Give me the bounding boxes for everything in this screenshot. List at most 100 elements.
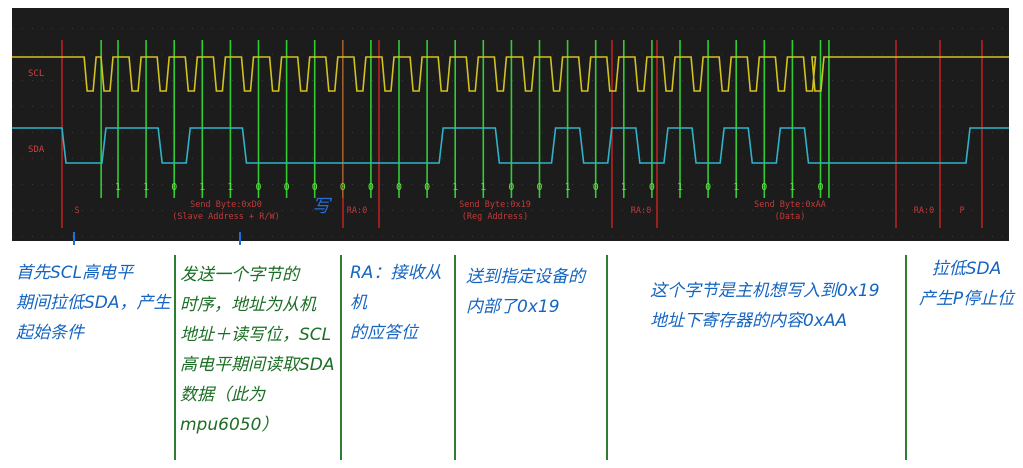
note-divider [454, 255, 456, 460]
grid-dot [622, 54, 623, 55]
scl-channel-label: SCL [28, 69, 44, 79]
grid-dot [142, 210, 143, 211]
grid-dot [172, 54, 173, 55]
grid-dot [562, 80, 563, 81]
grid-dot [102, 54, 103, 55]
grid-dot [972, 80, 973, 81]
grid-dot [862, 54, 863, 55]
grid-dot [672, 210, 673, 211]
grid-dot [392, 236, 393, 237]
grid-dot [342, 236, 343, 237]
grid-dot [212, 210, 213, 211]
grid-dot [402, 54, 403, 55]
grid-dot [582, 106, 583, 107]
grid-dot [92, 132, 93, 133]
grid-dot [92, 106, 93, 107]
grid-dot [982, 236, 983, 237]
grid-dot [42, 210, 43, 211]
grid-dot [302, 158, 303, 159]
grid-dot [952, 106, 953, 107]
grid-dot [252, 210, 253, 211]
grid-dot [462, 210, 463, 211]
grid-dot [972, 236, 973, 237]
grid-dot [192, 158, 193, 159]
grid-dot [592, 80, 593, 81]
grid-dot [722, 210, 723, 211]
grid-dot [402, 210, 403, 211]
grid-dot [922, 106, 923, 107]
grid-dot [262, 132, 263, 133]
grid-dot [212, 236, 213, 237]
grid-dot [42, 106, 43, 107]
grid-dot [822, 132, 823, 133]
grid-dot [852, 80, 853, 81]
grid-dot [782, 28, 783, 29]
grid-dot [92, 80, 93, 81]
grid-dot [422, 236, 423, 237]
grid-dot [422, 80, 423, 81]
grid-dot [202, 28, 203, 29]
grid-dot [92, 158, 93, 159]
grid-dot [332, 184, 333, 185]
grid-dot [772, 184, 773, 185]
grid-dot [822, 158, 823, 159]
grid-dot [832, 54, 833, 55]
grid-dot [942, 210, 943, 211]
grid-dot [262, 236, 263, 237]
grid-dot [652, 236, 653, 237]
grid-dot [842, 158, 843, 159]
grid-dot [712, 54, 713, 55]
grid-dot [812, 54, 813, 55]
grid-dot [552, 210, 553, 211]
grid-dot [242, 28, 243, 29]
grid-dot [462, 106, 463, 107]
grid-dot [162, 28, 163, 29]
grid-dot [862, 236, 863, 237]
grid-dot [502, 54, 503, 55]
oscilloscope-capture: SCL SDA 1 1 0 1 1 0 0 0 0 0 0 0 1 1 0 0 1 0 1 0 1 0 1 0 1 0 S Send… [12, 8, 1009, 245]
grid-dot [552, 106, 553, 107]
grid-dot [192, 184, 193, 185]
grid-dot [302, 28, 303, 29]
grid-dot [322, 132, 323, 133]
grid-dot [1002, 158, 1003, 159]
register-address-note: 送到指定设备的 内部了0x19 [466, 267, 585, 317]
grid-dot [122, 236, 123, 237]
grid-dot [812, 106, 813, 107]
grid-dot [762, 158, 763, 159]
grid-dot [292, 132, 293, 133]
grid-dot [852, 210, 853, 211]
grid-dot [62, 236, 63, 237]
first-byte-note: 发送一个字节的 时序，地址为从机 地址＋读写位，SCL 高电平期间读取SDA 数… [180, 265, 335, 435]
grid-dot [822, 236, 823, 237]
grid-dot [872, 184, 873, 185]
grid-dot [212, 106, 213, 107]
grid-dot [452, 106, 453, 107]
grid-dot [112, 28, 113, 29]
grid-dot [902, 106, 903, 107]
grid-dot [312, 54, 313, 55]
grid-dot [502, 106, 503, 107]
grid-dot [132, 236, 133, 237]
grid-dot [512, 210, 513, 211]
grid-dot [352, 158, 353, 159]
grid-dot [1002, 132, 1003, 133]
grid-dot [582, 28, 583, 29]
grid-dot [132, 28, 133, 29]
decode-label: P [959, 206, 964, 216]
grid-dot [282, 54, 283, 55]
grid-dot [82, 236, 83, 237]
grid-dot [822, 28, 823, 29]
grid-dot [932, 158, 933, 159]
grid-dot [872, 106, 873, 107]
grid-dot [732, 80, 733, 81]
grid-dot [572, 184, 573, 185]
grid-dot [182, 132, 183, 133]
grid-dot [402, 80, 403, 81]
grid-dot [462, 54, 463, 55]
grid-dot [882, 184, 883, 185]
grid-dot [472, 210, 473, 211]
grid-dot [92, 210, 93, 211]
grid-dot [242, 236, 243, 237]
grid-dot [922, 158, 923, 159]
